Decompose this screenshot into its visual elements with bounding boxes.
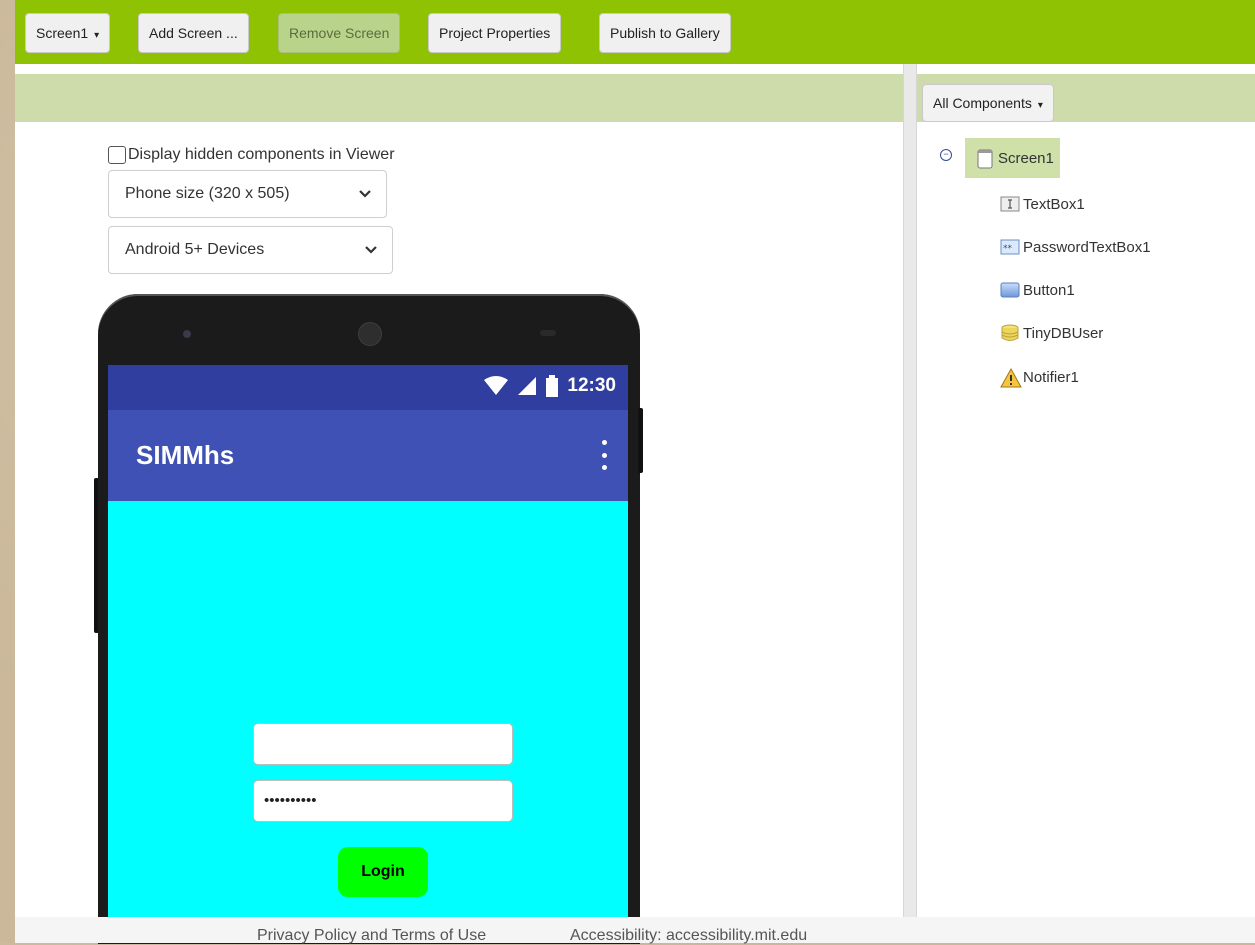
caret-down-icon: ▾ [94,30,100,41]
tree-item-label: Notifier1 [1023,368,1079,386]
panel-splitter[interactable] [903,64,917,917]
tree-item-label: PasswordTextBox1 [1023,238,1151,256]
wifi-icon [484,376,509,395]
hidden-components-checkbox[interactable] [108,146,126,164]
publish-gallery-button[interactable]: Publish to Gallery [599,13,731,53]
tree-item-textbox1[interactable]: TextBox1 [1000,195,1085,213]
caret-down-icon: ▾ [1037,100,1043,111]
phone-sensor-icon [540,330,556,336]
phone-camera-icon [183,330,191,338]
phone-size-value: Phone size (320 x 505) [125,185,290,202]
warning-icon [1000,367,1022,388]
overflow-menu-icon[interactable] [602,440,608,470]
screen-icon [975,149,995,169]
page-footer: Privacy Policy and Terms of Use Accessib… [15,917,1255,945]
phone-side-button [638,408,643,473]
screen-selector-label: Screen1 [36,25,89,41]
hidden-components-row[interactable]: Display hidden components in Viewer [108,146,395,164]
tree-item-screen1[interactable]: Screen1 [965,138,1060,178]
tree-item-button1[interactable]: Button1 [1000,281,1075,299]
screen-selector-button[interactable]: Screen1 ▾ [25,13,111,53]
battery-icon [546,375,559,397]
collapse-icon[interactable]: − [940,149,952,161]
chevron-down-icon [364,227,378,291]
tree-item-label: Button1 [1023,281,1075,299]
device-type-select[interactable]: Android 5+ Devices [108,226,393,274]
database-icon [1000,324,1020,342]
accessibility-link[interactable]: Accessibility: accessibility.mit.edu [570,927,807,945]
hidden-components-label: Display hidden components in Viewer [128,146,395,163]
password-textbox-icon: ** [1000,238,1020,256]
tree-item-label: TinyDBUser [1023,324,1104,342]
all-components-dropdown[interactable]: All Components ▾ [922,84,1054,122]
designer-toolbar: Screen1 ▾ Add Screen ... Remove Screen Pr… [15,0,1255,64]
project-properties-button[interactable]: Project Properties [428,13,562,53]
viewer-header [15,74,903,122]
textbox1-input[interactable] [253,723,513,765]
app-title: SIMMhs [136,440,235,470]
password-input[interactable]: •••••••••• [253,780,513,822]
tree-item-passwordtextbox1[interactable]: ** PasswordTextBox1 [1000,238,1151,256]
tree-item-label: TextBox1 [1023,195,1085,213]
phone-speaker-icon [358,322,382,346]
status-bar: 12:30 [108,365,628,410]
tree-item-notifier1[interactable]: Notifier1 [1000,367,1079,388]
signal-icon [518,377,537,395]
add-screen-button[interactable]: Add Screen ... [138,13,249,53]
svg-text:**: ** [1003,244,1013,254]
device-type-value: Android 5+ Devices [125,241,265,258]
status-icons: 12:30 [483,375,616,397]
phone-screen: 12:30 SIMMhs •••••••••• Login [108,365,628,925]
components-panel: All Components ▾ [917,64,1255,917]
all-components-label: All Components [933,95,1032,111]
app-bar: SIMMhs [108,410,628,501]
phone-size-select[interactable]: Phone size (320 x 505) [108,170,387,218]
button-icon [1000,281,1020,299]
tree-item-tinydbuser[interactable]: TinyDBUser [1000,324,1103,342]
login-button[interactable]: Login [338,847,428,897]
status-time: 12:30 [567,375,616,396]
textbox-icon [1000,195,1020,213]
remove-screen-button[interactable]: Remove Screen [278,13,401,53]
privacy-link[interactable]: Privacy Policy and Terms of Use [257,927,486,945]
tree-item-label: Screen1 [998,149,1054,167]
